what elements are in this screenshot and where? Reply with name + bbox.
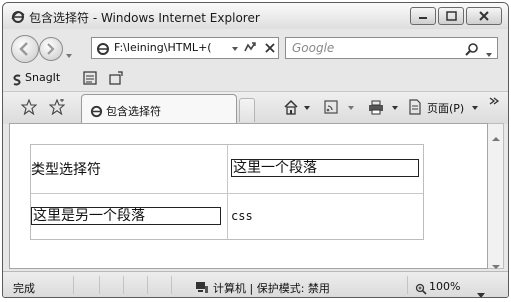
vertical-scrollbar[interactable] <box>488 123 504 269</box>
status-divider <box>99 276 100 294</box>
page-menu-dropdown-icon[interactable] <box>471 99 479 115</box>
favorites-star-icon[interactable] <box>20 98 38 116</box>
stop-icon[interactable] <box>262 40 278 56</box>
title-bar: 包含选择符 - Windows Internet Explorer <box>3 3 508 29</box>
print-icon[interactable] <box>367 99 385 115</box>
table-cell-type-selector: 类型选择符 <box>31 162 101 178</box>
address-dropdown-icon[interactable] <box>230 40 240 56</box>
home-icon[interactable] <box>283 99 299 115</box>
page-menu-icon[interactable] <box>407 99 423 115</box>
zoom-icon[interactable] <box>415 280 427 295</box>
content-table: 类型选择符 这里一个段落 这里是另一个段落 css <box>30 144 424 240</box>
feeds-dropdown-icon[interactable] <box>347 99 355 115</box>
search-icon[interactable] <box>465 41 479 56</box>
maximize-button[interactable] <box>438 7 464 25</box>
tab-current[interactable]: 包含选择符 <box>81 94 237 124</box>
table-divider-vertical <box>227 145 228 239</box>
ie-window: 包含选择符 - Windows Internet Explorer F:\lei… <box>2 2 509 298</box>
snagit-icon[interactable] <box>11 71 23 86</box>
paragraph-2: 这里是另一个段落 <box>31 207 221 225</box>
search-input[interactable]: Google <box>292 41 334 55</box>
page-icon <box>96 41 110 55</box>
close-button[interactable] <box>466 7 502 25</box>
status-divider <box>123 276 124 294</box>
search-dropdown-icon[interactable] <box>485 44 493 57</box>
history-dropdown-icon[interactable] <box>65 45 73 58</box>
back-button[interactable] <box>11 35 39 63</box>
status-bar: 完成 计算机 | 保护模式: 禁用 100% <box>3 271 508 297</box>
new-tab-button[interactable] <box>239 98 255 122</box>
window-controls <box>410 7 502 25</box>
print-dropdown-icon[interactable] <box>391 99 399 115</box>
address-bar[interactable]: F:\leining\HTML+( <box>91 37 279 59</box>
paragraph-1: 这里一个段落 <box>231 159 419 177</box>
status-divider <box>171 276 172 294</box>
search-box[interactable]: Google <box>285 37 498 59</box>
snagit-capture-icon[interactable] <box>83 70 97 85</box>
snagit-toolbar: SnagIt <box>3 67 508 89</box>
table-divider-horizontal <box>31 193 423 194</box>
window-title: 包含选择符 - Windows Internet Explorer <box>29 11 260 25</box>
status-divider <box>407 276 408 294</box>
page-menu-button[interactable]: 页面(P) <box>427 100 464 116</box>
address-input[interactable]: F:\leining\HTML+( <box>114 41 224 54</box>
computer-zone-icon <box>195 279 209 293</box>
address-row: F:\leining\HTML+( Google <box>3 31 508 65</box>
status-divider <box>147 276 148 294</box>
feeds-icon[interactable] <box>323 99 339 115</box>
zoom-level[interactable]: 100% <box>429 280 460 293</box>
table-cell-css: css <box>231 209 253 223</box>
tab-page-icon <box>90 103 103 118</box>
ie-logo-icon <box>11 9 25 23</box>
snagit-open-icon[interactable] <box>109 70 123 85</box>
minimize-button[interactable] <box>410 7 436 25</box>
refresh-icon[interactable] <box>242 40 258 56</box>
forward-button[interactable] <box>39 37 63 61</box>
tab-bar: 包含选择符 页面(P) <box>3 91 508 124</box>
status-divider <box>73 276 74 294</box>
add-favorites-icon[interactable] <box>48 98 66 116</box>
scroll-down-icon[interactable] <box>491 256 501 269</box>
page-content: 类型选择符 这里一个段落 这里是另一个段落 css <box>9 123 488 269</box>
scroll-up-icon[interactable] <box>491 128 501 141</box>
security-zone-text[interactable]: 计算机 | 保护模式: 禁用 <box>213 280 330 296</box>
home-dropdown-icon[interactable] <box>303 99 311 115</box>
more-chevron-icon[interactable] <box>489 95 500 111</box>
tab-label: 包含选择符 <box>106 105 161 118</box>
snagit-button[interactable]: SnagIt <box>25 71 60 84</box>
zoom-dropdown-icon[interactable] <box>477 284 485 297</box>
status-text: 完成 <box>13 282 35 295</box>
